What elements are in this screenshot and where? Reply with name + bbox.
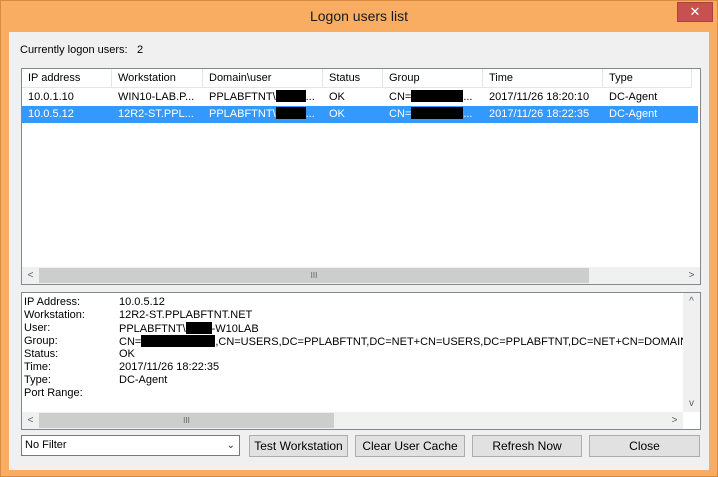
filter-selected-value: No Filter: [25, 439, 67, 451]
redaction-block: [185, 322, 212, 334]
detail-user-value: PPLABFTNT\ -W10LAB: [119, 322, 259, 336]
redaction-block: [411, 107, 464, 119]
scroll-thumb[interactable]: III: [39, 268, 589, 283]
cell-group-prefix: CN=: [389, 108, 412, 120]
detail-user-label: User:: [24, 322, 51, 334]
detail-group-value: CN= ,CN=USERS,DC=PPLABFTNT,DC=NET+CN=USER…: [119, 335, 684, 348]
detail-group-prefix: CN=: [119, 336, 142, 348]
redaction-block: [141, 335, 216, 347]
detail-time-label: Time:: [24, 361, 52, 373]
column-header-domain-user[interactable]: Domain\user: [203, 69, 323, 88]
cell-group: CN=...: [383, 106, 493, 123]
column-header-type[interactable]: Type: [603, 69, 692, 88]
detail-status-value: OK: [119, 348, 135, 360]
redaction-block: [275, 90, 306, 102]
cell-status: OK: [329, 91, 345, 103]
redaction-block: [275, 107, 306, 119]
details-vertical-scrollbar[interactable]: ^ v: [683, 293, 700, 412]
cell-workstation: WIN10-LAB.P...: [118, 91, 195, 103]
cell-status: OK: [329, 108, 345, 120]
detail-user-suffix: -W10LAB: [211, 323, 259, 335]
client-area: Currently logon users: 2 IP address Work…: [9, 32, 709, 470]
detail-group-row: Group: CN= ,CN=USERS,DC=PPLABFTNT,DC=NET+…: [24, 335, 684, 348]
cell-domain-user-suffix: ...: [305, 108, 315, 120]
cell-ip: 10.0.1.10: [28, 91, 74, 103]
detail-type-value: DC-Agent: [119, 374, 168, 386]
cell-domain-user: PPLABFTNT\...: [203, 89, 323, 106]
cell-workstation: 12R2-ST.PPL...: [118, 108, 194, 120]
column-header-group[interactable]: Group: [383, 69, 483, 88]
detail-time-value: 2017/11/26 18:22:35: [119, 361, 220, 373]
logon-count-row: Currently logon users: 2: [20, 44, 143, 56]
close-button[interactable]: Close: [589, 435, 700, 457]
column-header-workstation[interactable]: Workstation: [112, 69, 203, 88]
column-header-status[interactable]: Status: [323, 69, 383, 88]
details-horizontal-scrollbar[interactable]: < III >: [22, 412, 683, 429]
redaction-block: [411, 90, 464, 102]
table-row-selected[interactable]: 10.0.5.12 12R2-ST.PPL... PPLABFTNT\... O…: [22, 106, 698, 123]
cell-domain-user-suffix: ...: [305, 91, 315, 103]
table-horizontal-scrollbar[interactable]: < III >: [22, 267, 700, 284]
chevron-down-icon: ⌄: [226, 440, 235, 451]
cell-domain-user: PPLABFTNT\...: [203, 106, 323, 123]
cell-type: DC-Agent: [609, 91, 658, 103]
scroll-thumb[interactable]: III: [39, 413, 334, 428]
detail-group-suffix: ,CN=USERS,DC=PPLABFTNT,DC=NET+CN=USERS,D…: [215, 336, 684, 348]
filter-dropdown[interactable]: No Filter ⌄: [21, 435, 240, 456]
column-header-time[interactable]: Time: [483, 69, 603, 88]
cell-ip: 10.0.5.12: [28, 108, 74, 120]
detail-workstation-value: 12R2-ST.PPLABFTNT.NET: [119, 309, 253, 321]
cell-type: DC-Agent: [609, 108, 658, 120]
cell-group-suffix: ...: [463, 91, 473, 103]
cell-group-prefix: CN=: [389, 91, 412, 103]
detail-ip-value: 10.0.5.12: [119, 296, 165, 308]
scroll-down-arrow-icon[interactable]: v: [683, 395, 700, 412]
detail-user-prefix: PPLABFTNT\: [119, 323, 186, 335]
window-title: Logon users list: [309, 8, 409, 24]
detail-status-label: Status:: [24, 348, 59, 360]
cell-group-suffix: ...: [463, 108, 473, 120]
cell-time: 2017/11/26 18:20:10: [489, 91, 590, 103]
scroll-up-arrow-icon[interactable]: ^: [683, 293, 700, 310]
logon-count-value: 2: [137, 44, 144, 56]
scroll-right-arrow-icon[interactable]: >: [683, 267, 700, 284]
column-header-ip[interactable]: IP address: [22, 69, 112, 88]
detail-port-label: Port Range:: [24, 387, 83, 399]
window-close-button[interactable]: ✕: [677, 2, 713, 22]
logon-users-window: Logon users list ✕ Currently logon users…: [0, 0, 718, 477]
detail-ip-label: IP Address:: [24, 296, 81, 308]
clear-user-cache-button[interactable]: Clear User Cache: [355, 435, 465, 457]
table-header: IP address Workstation Domain\user Statu…: [22, 69, 692, 88]
detail-workstation-label: Workstation:: [24, 309, 85, 321]
title-bar[interactable]: Logon users list ✕: [1, 1, 717, 32]
refresh-now-button[interactable]: Refresh Now: [472, 435, 582, 457]
scroll-left-arrow-icon[interactable]: <: [22, 412, 39, 429]
detail-type-label: Type:: [24, 374, 51, 386]
cell-time: 2017/11/26 18:22:35: [489, 108, 590, 120]
logon-count-label: Currently logon users:: [20, 44, 128, 56]
table-row[interactable]: 10.0.1.10 WIN10-LAB.P... PPLABFTNT\... O…: [22, 89, 698, 106]
cell-domain-user-prefix: PPLABFTNT\: [209, 108, 276, 120]
scroll-left-arrow-icon[interactable]: <: [22, 267, 39, 284]
cell-domain-user-prefix: PPLABFTNT\: [209, 91, 276, 103]
test-workstation-button[interactable]: Test Workstation: [249, 435, 348, 457]
scroll-right-arrow-icon[interactable]: >: [666, 412, 683, 429]
cell-group: CN=...: [383, 89, 493, 106]
user-details-pane[interactable]: IP Address: 10.0.5.12 Workstation: 12R2-…: [21, 292, 701, 430]
logon-users-table[interactable]: IP address Workstation Domain\user Statu…: [21, 68, 701, 285]
detail-group-label: Group:: [24, 335, 58, 347]
